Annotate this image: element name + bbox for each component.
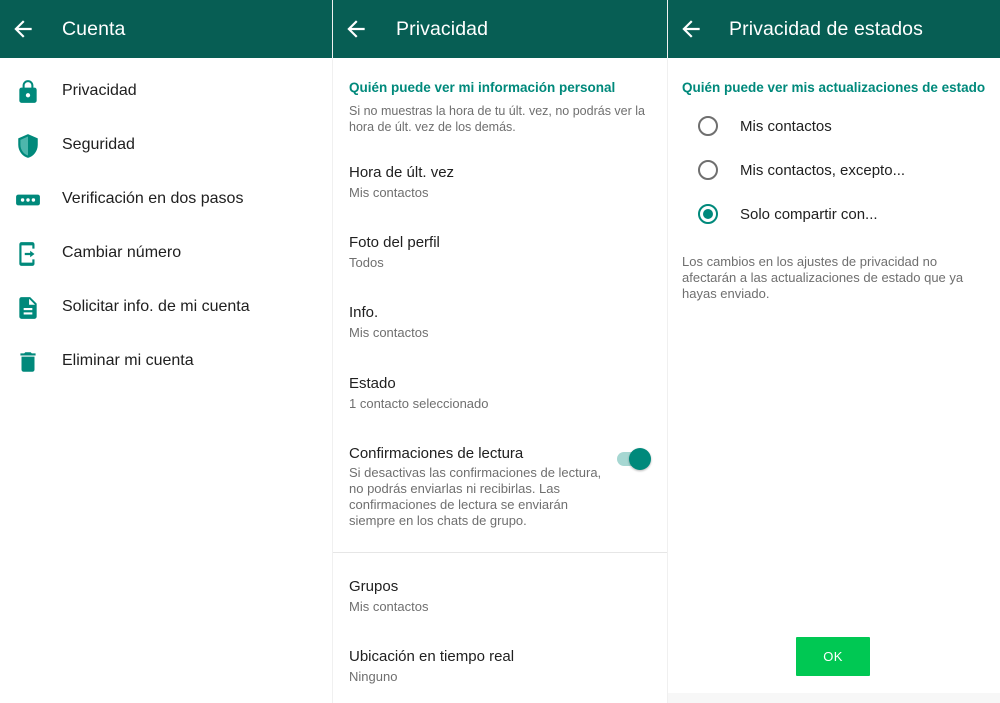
pref-status[interactable]: Estado 1 contacto seleccionado — [333, 375, 667, 425]
pref-title: Confirmaciones de lectura — [349, 445, 524, 462]
phone-swap-icon — [19, 242, 35, 266]
pref-title: Grupos — [349, 578, 399, 595]
menu-item-request-info[interactable]: Solicitar info. de mi cuenta — [0, 281, 332, 335]
dots-icon — [16, 194, 40, 206]
pref-title: Ubicación en tiempo real — [349, 648, 515, 665]
pref-value: Mis contactos — [349, 325, 429, 340]
status-app-bar: Privacidad de estados — [668, 0, 1000, 58]
document-icon — [19, 297, 37, 319]
read-receipts-toggle[interactable] — [617, 448, 651, 470]
pref-live-location[interactable]: Ubicación en tiempo real Ninguno — [333, 648, 667, 698]
menu-item-label: Cambiar número — [62, 244, 182, 261]
menu-item-label: Verificación en dos pasos — [62, 190, 244, 207]
radio-button-selected[interactable] — [698, 204, 718, 224]
radio-option-my-contacts[interactable]: Mis contactos — [668, 107, 1000, 147]
account-panel: Cuenta Privacidad Seguridad Verificación… — [0, 0, 332, 703]
privacy-panel: Privacidad Quién puede ver mi informació… — [333, 0, 667, 703]
menu-item-delete-account[interactable]: Eliminar mi cuenta — [0, 335, 332, 389]
menu-item-two-step[interactable]: Verificación en dos pasos — [0, 173, 332, 227]
back-arrow-icon[interactable] — [343, 16, 369, 42]
back-arrow-icon[interactable] — [678, 16, 704, 42]
pref-value: Ninguno — [349, 669, 398, 684]
pref-value: Mis contactos — [349, 599, 429, 614]
pref-last-seen[interactable]: Hora de últ. vez Mis contactos — [333, 164, 667, 214]
privacy-note: Los cambios en los ajustes de privacidad… — [682, 254, 964, 301]
pref-about[interactable]: Info. Mis contactos — [333, 304, 667, 354]
pref-title: Info. — [349, 304, 379, 321]
pref-title: Estado — [349, 375, 396, 392]
pref-groups[interactable]: Grupos Mis contactos — [333, 578, 667, 628]
account-app-bar: Cuenta — [0, 0, 332, 58]
radio-label: Solo compartir con... — [740, 206, 878, 223]
pref-value: 1 contacto seleccionado — [349, 396, 489, 411]
page-title: Privacidad de estados — [729, 18, 923, 40]
radio-option-contacts-except[interactable]: Mis contactos, excepto... — [668, 151, 1000, 191]
pref-title: Hora de últ. vez — [349, 164, 455, 181]
section-heading: Quién puede ver mis actualizaciones de e… — [682, 80, 986, 95]
radio-label: Mis contactos — [740, 118, 832, 135]
lock-icon — [19, 80, 37, 103]
radio-option-only-share-with[interactable]: Solo compartir con... — [668, 195, 1000, 235]
pref-value: Mis contactos — [349, 185, 429, 200]
radio-button[interactable] — [698, 116, 718, 136]
pref-title: Foto del perfil — [349, 234, 440, 251]
trash-icon — [20, 352, 36, 372]
bottom-strip — [668, 693, 1000, 703]
menu-item-change-number[interactable]: Cambiar número — [0, 227, 332, 281]
status-privacy-panel: Privacidad de estados Quién puede ver mi… — [668, 0, 1000, 703]
menu-item-label: Privacidad — [62, 82, 137, 99]
radio-label: Mis contactos, excepto... — [740, 162, 906, 179]
menu-item-label: Seguridad — [62, 136, 135, 153]
section-heading: Quién puede ver mi información personal — [349, 80, 616, 95]
ok-button[interactable]: OK — [796, 637, 870, 676]
menu-item-security[interactable]: Seguridad — [0, 119, 332, 173]
privacy-app-bar: Privacidad — [333, 0, 667, 58]
page-title: Cuenta — [62, 18, 126, 40]
toggle-thumb — [629, 448, 651, 470]
page-title: Privacidad — [396, 18, 489, 40]
divider — [333, 552, 667, 553]
section-description: Si no muestras la hora de tu últ. vez, n… — [349, 104, 645, 134]
read-receipts-description: Si desactivas las confirmaciones de lect… — [349, 465, 602, 528]
menu-item-label: Eliminar mi cuenta — [62, 352, 194, 369]
pref-profile-photo[interactable]: Foto del perfil Todos — [333, 234, 667, 284]
shield-icon — [18, 134, 38, 158]
back-arrow-icon[interactable] — [10, 16, 36, 42]
menu-item-label: Solicitar info. de mi cuenta — [62, 298, 250, 315]
pref-value: Todos — [349, 255, 384, 270]
menu-item-privacy[interactable]: Privacidad — [0, 65, 332, 119]
radio-button[interactable] — [698, 160, 718, 180]
